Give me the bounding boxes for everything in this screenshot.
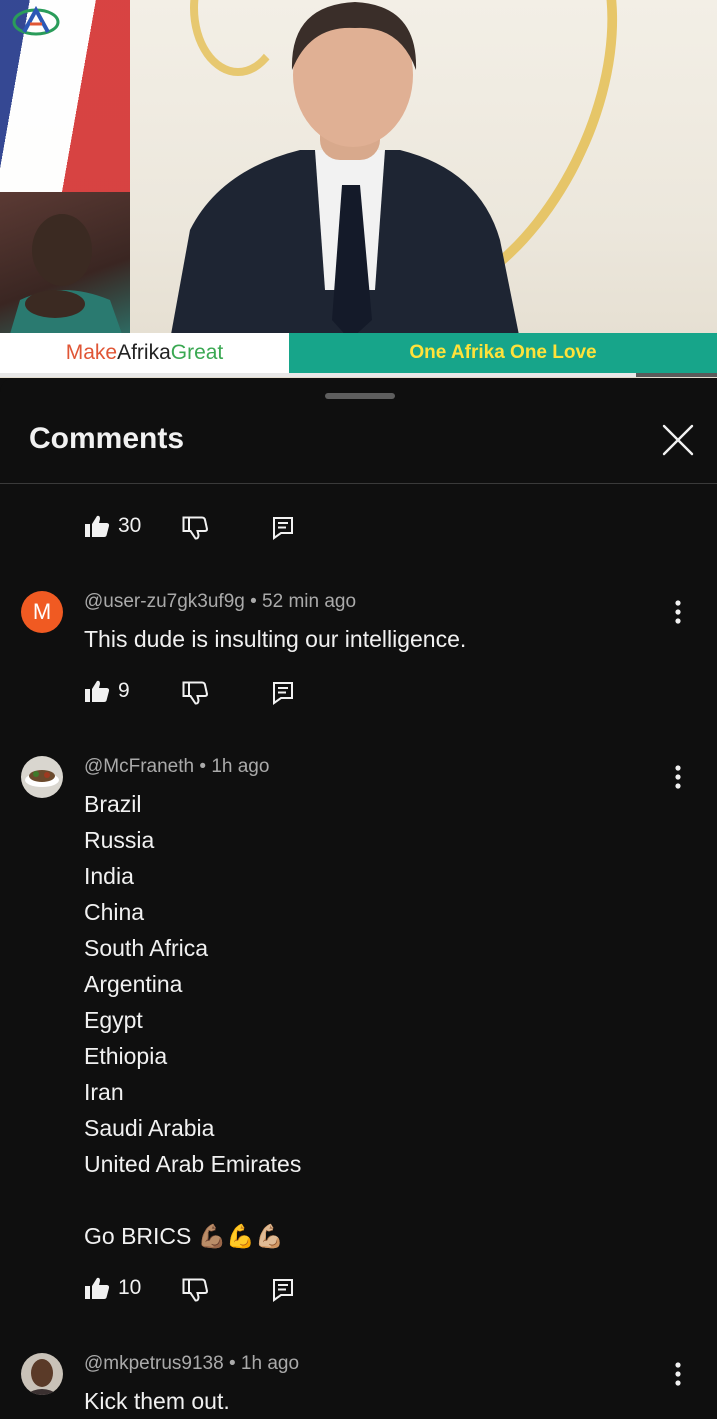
meta-separator: •: [228, 1353, 241, 1374]
channel-logo-icon: [12, 5, 60, 36]
thumbs-up-icon: [85, 1277, 110, 1299]
more-options-icon[interactable]: [666, 762, 690, 792]
like-count: 9: [118, 679, 130, 702]
like-button[interactable]: 30: [84, 514, 141, 538]
reply-icon[interactable]: [272, 681, 294, 705]
comments-title: Comments: [29, 422, 185, 455]
drag-handle[interactable]: [325, 393, 395, 399]
meta-separator: •: [250, 591, 263, 612]
comments-sheet: Comments 30 M @user-zu7gk3uf9g • 52 min …: [0, 378, 717, 1419]
comment-meta: @user-zu7gk3uf9g • 52 min ago: [84, 591, 356, 613]
video-progress-fill: [0, 373, 636, 377]
thumbs-up-icon: [85, 515, 110, 537]
reply-icon[interactable]: [272, 1278, 294, 1302]
avatar-image: [21, 1353, 63, 1395]
comment-author[interactable]: @user-zu7gk3uf9g: [84, 591, 245, 612]
header-divider: [0, 483, 717, 484]
comment-time: 1h ago: [211, 756, 270, 777]
comment-text: This dude is insulting our intelligence.: [84, 626, 467, 652]
reply-icon[interactable]: [272, 516, 294, 540]
video-progress-bar[interactable]: [0, 373, 717, 377]
avatar-image: [21, 756, 63, 798]
more-options-icon[interactable]: [666, 1359, 690, 1389]
video-player[interactable]: Make Afrika Great One Afrika One Love: [0, 0, 717, 378]
banner-right: One Afrika One Love: [289, 333, 717, 373]
meta-separator: •: [199, 756, 212, 777]
banner-word-great: Great: [170, 341, 224, 364]
comment-meta: @McFraneth • 1h ago: [84, 756, 269, 778]
news-banner: Make Afrika Great One Afrika One Love: [0, 333, 717, 373]
banner-word-afrika: Afrika: [117, 341, 171, 364]
comment-author[interactable]: @mkpetrus9138: [84, 1353, 224, 1374]
thumbs-down-icon[interactable]: [182, 681, 208, 705]
banner-word-make: Make: [65, 341, 118, 364]
banner-left: Make Afrika Great: [0, 333, 289, 373]
like-count: 10: [118, 1276, 142, 1299]
thumbs-down-icon[interactable]: [182, 1278, 208, 1302]
like-count: 30: [118, 514, 142, 537]
comment-time: 52 min ago: [262, 591, 357, 612]
pip-person-figure: [10, 214, 122, 334]
comment-meta: @mkpetrus9138 • 1h ago: [84, 1353, 299, 1375]
speaker-figure: [170, 2, 520, 340]
thumbs-down-icon[interactable]: [182, 516, 208, 540]
comment-text: Kick them out.: [84, 1388, 230, 1414]
comment-author[interactable]: @McFraneth: [84, 756, 194, 777]
comment-text: Brazil Russia India China South Africa A…: [84, 791, 302, 1249]
picture-in-picture-feed: [0, 192, 130, 334]
comment-time: 1h ago: [240, 1353, 300, 1374]
more-options-icon[interactable]: [666, 597, 690, 627]
avatar[interactable]: M: [21, 591, 63, 633]
avatar[interactable]: [21, 756, 63, 798]
close-icon[interactable]: [658, 420, 698, 460]
avatar[interactable]: [21, 1353, 63, 1395]
like-button[interactable]: 9: [84, 679, 130, 703]
thumbs-up-icon: [85, 680, 110, 702]
like-button[interactable]: 10: [84, 1276, 141, 1300]
